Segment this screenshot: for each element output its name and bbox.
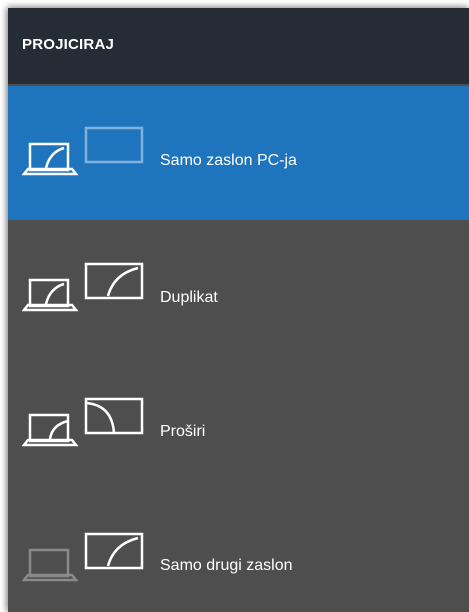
panel-header: PROJICIRAJ (8, 8, 469, 84)
option-label: Samo zaslon PC-ja (160, 152, 297, 169)
option-second-screen-only[interactable]: Samo drugi zaslon (8, 490, 469, 612)
panel-title: PROJICIRAJ (22, 36, 115, 53)
project-panel: PROJICIRAJ Samo zaslon PC-ja Duplikat Pr… (8, 8, 469, 612)
option-label: Duplikat (160, 289, 218, 306)
option-extend[interactable]: Proširi (8, 355, 469, 490)
option-label: Proširi (160, 423, 206, 440)
pc-screen-only-icon (22, 126, 144, 176)
option-pc-screen-only[interactable]: Samo zaslon PC-ja (8, 86, 469, 220)
option-duplicate[interactable]: Duplikat (8, 220, 469, 355)
second-screen-only-icon (22, 532, 144, 582)
duplicate-icon (22, 262, 144, 312)
option-label: Samo drugi zaslon (160, 557, 293, 574)
extend-icon (22, 397, 144, 447)
